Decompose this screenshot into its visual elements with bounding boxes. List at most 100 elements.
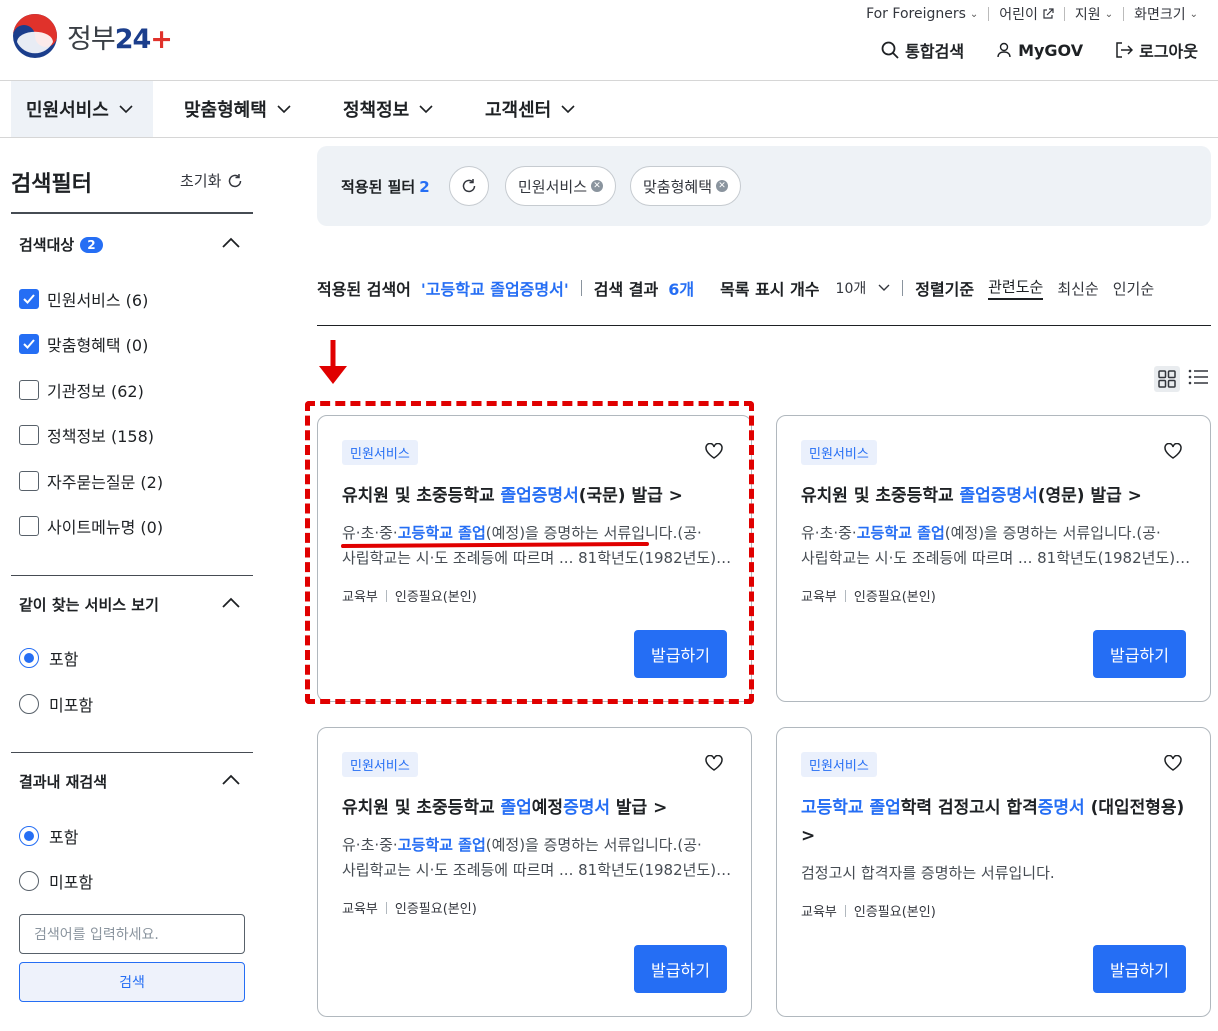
filter-chip-civil-service[interactable]: 민원서비스 ✕ [505,166,617,206]
keyword-label: 적용된 검색어 [317,280,411,299]
sort-relevance[interactable]: 관련도순 [988,276,1044,300]
issue-button[interactable]: 발급하기 [634,945,727,993]
checkbox-unchecked[interactable] [19,516,39,536]
radio-selected[interactable] [19,826,39,846]
refine-search-button[interactable]: 검색 [19,962,245,1002]
heart-icon[interactable] [1164,443,1182,459]
radio-selected[interactable] [19,648,39,668]
checkbox-unchecked[interactable] [19,380,39,400]
together-service-title: 같이 찾는 서비스 보기 [19,596,159,614]
checkbox-unchecked[interactable] [19,425,39,445]
divider [902,280,904,296]
checkbox-faq[interactable]: 자주묻는질문 (2) [19,469,163,493]
filter-refresh-button[interactable] [449,166,489,206]
remove-icon[interactable]: ✕ [716,180,729,192]
check-icon [23,294,35,304]
applied-filters-label: 적용된 필터 2 [341,178,430,196]
nav-custom-benefits[interactable]: 맞춤형혜택 [184,81,291,137]
card-description: 검정고시 합격자를 증명하는 서류입니다. [801,864,1055,882]
radio-together-exclude[interactable]: 미포함 [19,692,93,716]
result-card[interactable]: 민원서비스 고등학교 졸업학력 검정고시 합격증명서 (대입전형용) > 검정고… [776,727,1211,1017]
heart-icon[interactable] [705,755,723,771]
checkbox-site-menu[interactable]: 사이트메뉴명 (0) [19,514,163,538]
reset-button[interactable]: 초기화 [180,170,243,191]
checkbox-civil-service[interactable]: 민원서비스 (6) [19,287,148,311]
user-icon [997,42,1011,58]
logout-button[interactable]: 로그아웃 [1115,38,1198,62]
mygov-button[interactable]: MyGOV [996,41,1083,60]
radio-together-include[interactable]: 포함 [19,646,78,670]
list-view-icon[interactable] [1188,368,1208,386]
radio-refine-exclude[interactable]: 미포함 [19,869,93,893]
nav-civil-service[interactable]: 민원서비스 [11,81,153,137]
external-link-icon [1043,8,1054,19]
card-title-link[interactable]: 유치원 및 초중등학교 졸업증명서(영문) 발급 > [801,482,1191,510]
radio-refine-include[interactable]: 포함 [19,824,78,848]
issue-button[interactable]: 발급하기 [1093,945,1186,993]
per-page-select[interactable]: 10개 [836,278,891,298]
applied-filters-box: 적용된 필터 2 민원서비스 ✕ 맞춤형혜택 ✕ [317,146,1211,226]
radio-unselected[interactable] [19,871,39,891]
util-foreigners[interactable]: For Foreigners ⌄ [856,6,988,22]
utility-menu: For Foreigners ⌄ 어린이 지원 ⌄ 화면크기 ⌄ [856,4,1208,24]
filter-chip-custom-benefits[interactable]: 맞춤형혜택 ✕ [630,166,742,206]
integrated-search-button[interactable]: 통합검색 [881,38,964,62]
chevron-right-icon: > [1127,486,1142,506]
gov24-logo[interactable]: 정부24+ [11,12,173,60]
nav-customer-center[interactable]: 고객센터 [485,81,575,137]
remove-icon[interactable]: ✕ [591,180,604,192]
count-badge: 2 [80,236,103,253]
checkbox-checked[interactable] [19,289,39,309]
divider [11,752,253,753]
logout-icon [1116,42,1134,58]
chevron-down-icon [119,105,133,114]
checkbox-checked[interactable] [19,334,39,354]
divider [317,325,1211,326]
result-count: 6개 [668,280,695,299]
chevron-down-icon [561,105,575,114]
chevron-right-icon: > [653,798,668,818]
divider [11,575,253,576]
chevron-up-icon[interactable] [221,236,241,250]
nav-policy-info[interactable]: 정책정보 [343,81,433,137]
checkbox-unchecked[interactable] [19,471,39,491]
card-meta: 교육부 인증필요(본인) [801,904,936,920]
checkbox-agency-info[interactable]: 기관정보 (62) [19,378,144,402]
issue-button[interactable]: 발급하기 [1093,630,1186,678]
checkbox-policy-info[interactable]: 정책정보 (158) [19,423,154,447]
card-description: 유·초·중·고등학교 졸업(예정)을 증명하는 서류입니다.(공· 사립학교는 … [801,524,1191,567]
red-dashed-highlight [305,401,754,704]
heart-icon[interactable] [1164,755,1182,771]
refine-search-input[interactable]: 검색어를 입력하세요. [19,914,245,954]
radio-unselected[interactable] [19,694,39,714]
result-card[interactable]: 민원서비스 유치원 및 초중등학교 졸업예정증명서 발급 > 유·초·중·고등학… [317,727,752,1017]
util-support[interactable]: 지원 ⌄ [1065,4,1123,24]
sort-latest[interactable]: 최신순 [1057,278,1098,299]
divider [11,212,253,214]
card-title-link[interactable]: 유치원 및 초중등학교 졸업예정증명서 발급 > [342,794,732,822]
taegeuk-logo-icon [13,14,57,58]
grid-view-button[interactable] [1154,366,1180,392]
header-actions: 통합검색 MyGOV 로그아웃 [849,38,1198,62]
search-keyword: '고등학교 졸업증명서' [420,280,569,299]
util-screen-size[interactable]: 화면크기 ⌄ [1124,4,1208,24]
category-tag: 민원서비스 [801,752,877,777]
refresh-icon [462,179,476,193]
checkbox-custom-benefits[interactable]: 맞춤형혜택 (0) [19,332,148,356]
card-meta: 교육부 인증필요(본인) [801,589,936,605]
red-arrow-down-icon [319,340,347,384]
search-icon [881,41,899,59]
chevron-down-icon: ⌄ [1104,8,1114,20]
chevron-up-icon[interactable] [221,596,241,610]
sort-popular[interactable]: 인기순 [1113,278,1154,299]
chevron-down-icon: ⌄ [1189,8,1198,20]
card-title-link[interactable]: 고등학교 졸업학력 검정고시 합격증명서 (대입전형용) > [801,794,1191,850]
util-kids[interactable]: 어린이 [989,4,1064,24]
refine-search-title: 결과내 재검색 [19,773,108,791]
chevron-up-icon[interactable] [221,773,241,787]
chevron-down-icon [277,105,291,114]
result-card[interactable]: 민원서비스 유치원 및 초중등학교 졸업증명서(영문) 발급 > 유·초·중·고… [776,415,1211,702]
card-meta: 교육부 인증필요(본인) [342,901,477,917]
grid-icon [1158,370,1176,388]
chevron-down-icon [419,105,433,114]
